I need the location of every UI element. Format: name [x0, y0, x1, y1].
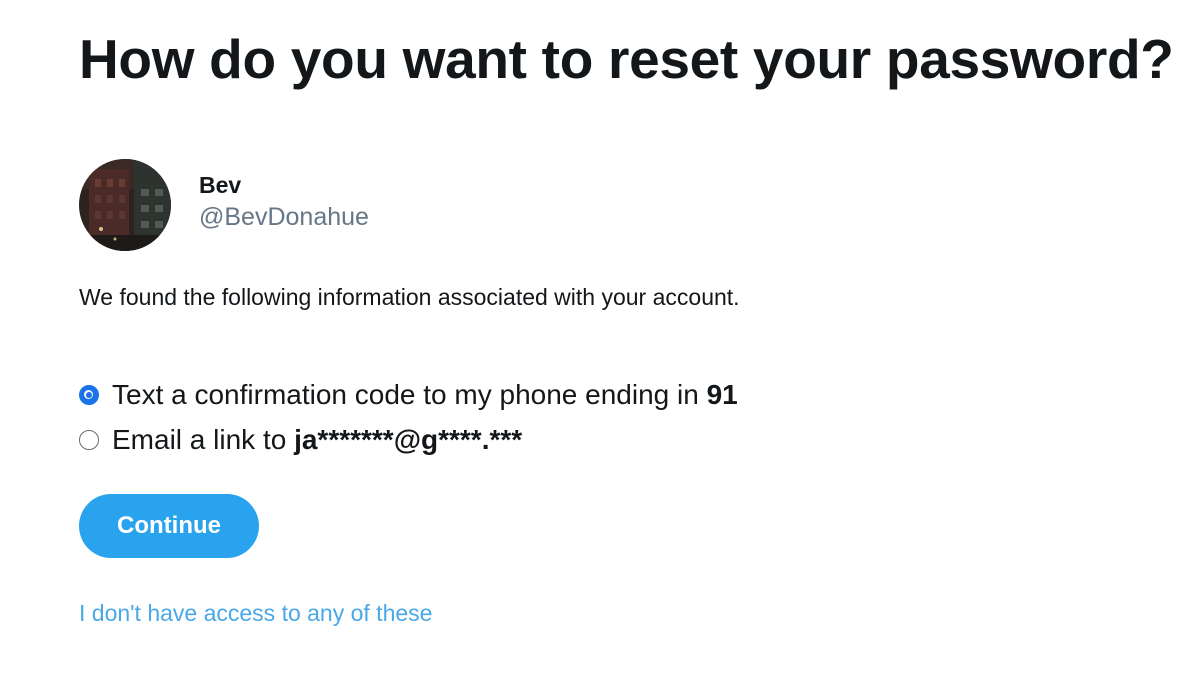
option-text-code-label: Text a confirmation code to my phone end…: [112, 376, 738, 414]
reset-options: Text a confirmation code to my phone end…: [79, 376, 738, 466]
account-names: Bev @BevDonahue: [199, 170, 369, 234]
option-email-link[interactable]: Email a link to ja*******@g****.***: [79, 421, 738, 459]
profile-photo-icon: [79, 159, 171, 251]
info-text: We found the following information assoc…: [79, 284, 740, 310]
no-access-link[interactable]: I don't have access to any of these: [79, 598, 432, 628]
radio-selected-icon[interactable]: [79, 385, 99, 405]
continue-button[interactable]: Continue: [79, 494, 259, 558]
account-card: Bev @BevDonahue: [79, 159, 369, 251]
option-text-code[interactable]: Text a confirmation code to my phone end…: [79, 376, 738, 414]
reset-password-page: How do you want to reset your password?: [0, 0, 1200, 691]
radio-unselected-icon[interactable]: [79, 430, 99, 450]
phone-ending-digits: 91: [706, 379, 738, 410]
option-email-link-prefix: Email a link to: [112, 424, 295, 455]
page-title: How do you want to reset your password?: [79, 28, 1174, 90]
avatar: [79, 159, 171, 251]
display-name: Bev: [199, 172, 242, 198]
masked-email: ja*******@g****.***: [294, 424, 523, 455]
username-handle: @BevDonahue: [199, 203, 369, 231]
option-email-link-label: Email a link to ja*******@g****.***: [112, 421, 522, 459]
option-text-code-prefix: Text a confirmation code to my phone end…: [112, 379, 707, 410]
